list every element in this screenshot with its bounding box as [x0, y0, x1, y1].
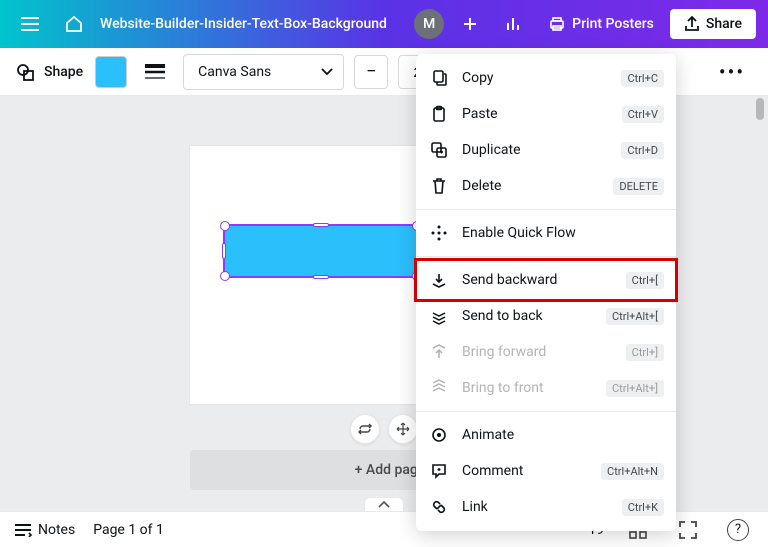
shape-icon — [16, 62, 36, 82]
paste-icon — [428, 103, 450, 125]
fill-color-swatch[interactable] — [95, 56, 127, 88]
ctx-label: Link — [462, 499, 610, 515]
shortcut-badge: Ctrl+K — [622, 499, 664, 516]
ctx-tofront: Bring to front Ctrl+Alt+] — [416, 370, 676, 406]
ctx-label: Copy — [462, 70, 609, 86]
ctx-forward: Bring forward Ctrl+] — [416, 334, 676, 370]
shortcut-badge: Ctrl+C — [621, 70, 664, 87]
vertical-scrollbar[interactable] — [754, 96, 766, 511]
ctx-paste[interactable]: Paste Ctrl+V — [416, 96, 676, 132]
menu-icon[interactable] — [12, 6, 48, 42]
share-button[interactable]: Share — [670, 9, 756, 39]
duplicate-icon — [428, 139, 450, 161]
ctx-label: Bring to front — [462, 380, 594, 396]
avatar[interactable]: M — [414, 9, 444, 39]
ctx-label: Duplicate — [462, 142, 609, 158]
home-icon[interactable] — [56, 6, 92, 42]
ctx-label: Send backward — [462, 272, 614, 288]
context-menu: Copy Ctrl+C Paste Ctrl+V Duplicate Ctrl+D Dele… — [416, 54, 676, 531]
resize-handle[interactable] — [313, 275, 329, 279]
tofront-icon — [428, 377, 450, 399]
selected-shape[interactable] — [225, 226, 417, 276]
notes-label: Notes — [38, 522, 75, 538]
ctx-trash[interactable]: Delete DELETE — [416, 168, 676, 204]
ctx-quickflow[interactable]: Enable Quick Flow — [416, 215, 676, 251]
add-member-icon[interactable] — [452, 6, 488, 42]
ctx-label: Comment — [462, 463, 589, 479]
notes-button[interactable]: Notes — [14, 522, 75, 538]
shortcut-badge: Ctrl+[ — [626, 272, 664, 289]
shortcut-badge: Ctrl+Alt+N — [601, 463, 664, 480]
shape-label: Shape — [44, 64, 83, 80]
print-button[interactable]: Print Posters — [540, 9, 662, 39]
move-button[interactable] — [388, 414, 418, 444]
font-family-select[interactable]: Canva Sans — [183, 54, 344, 90]
backward-icon — [428, 269, 450, 291]
page-indicator[interactable]: Page 1 of 1 — [93, 522, 164, 538]
shortcut-badge: Ctrl+Alt+[ — [606, 308, 664, 325]
share-label: Share — [706, 16, 742, 32]
copy-icon — [428, 67, 450, 89]
resize-handle[interactable] — [222, 243, 226, 259]
link-icon — [428, 496, 450, 518]
toback-icon — [428, 305, 450, 327]
app-header: Website-Builder-Insider-Text-Box-Backgro… — [0, 0, 768, 48]
notes-icon — [14, 523, 32, 537]
ctx-link[interactable]: Link Ctrl+K — [416, 489, 676, 525]
more-options-button[interactable]: ••• — [714, 54, 750, 90]
chevron-down-icon — [321, 68, 333, 76]
share-icon — [684, 16, 700, 32]
sync-button[interactable] — [350, 414, 380, 444]
expand-pages-button[interactable] — [364, 497, 404, 511]
ctx-animate[interactable]: Animate — [416, 417, 676, 453]
shortcut-badge: Ctrl+D — [621, 142, 664, 159]
fullscreen-icon[interactable] — [672, 514, 704, 546]
shortcut-badge: Ctrl+] — [626, 344, 664, 361]
resize-handle[interactable] — [220, 221, 230, 231]
ctx-label: Animate — [462, 427, 664, 443]
document-title[interactable]: Website-Builder-Insider-Text-Box-Backgro… — [100, 16, 387, 32]
insights-icon[interactable] — [496, 6, 532, 42]
ctx-backward[interactable]: Send backward Ctrl+[ — [416, 262, 676, 298]
resize-handle[interactable] — [220, 271, 230, 281]
font-name: Canva Sans — [198, 64, 271, 80]
ctx-comment[interactable]: Comment Ctrl+Alt+N — [416, 453, 676, 489]
ctx-label: Send to back — [462, 308, 594, 324]
ctx-label: Bring forward — [462, 344, 614, 360]
quickflow-icon — [428, 222, 450, 244]
ctx-label: Paste — [462, 106, 610, 122]
comment-icon — [428, 460, 450, 482]
ctx-toback[interactable]: Send to back Ctrl+Alt+[ — [416, 298, 676, 334]
trash-icon — [428, 175, 450, 197]
printer-icon — [548, 15, 566, 33]
border-style-button[interactable] — [137, 54, 173, 90]
forward-icon — [428, 341, 450, 363]
ctx-label: Delete — [462, 178, 601, 194]
shortcut-badge: Ctrl+Alt+] — [606, 380, 664, 397]
ctx-label: Enable Quick Flow — [462, 225, 664, 241]
shortcut-badge: Ctrl+V — [622, 106, 664, 123]
shortcut-badge: DELETE — [613, 178, 664, 195]
animate-icon — [428, 424, 450, 446]
shape-button[interactable]: Shape — [14, 58, 85, 86]
help-button[interactable]: ? — [722, 514, 754, 546]
print-label: Print Posters — [572, 16, 654, 32]
resize-handle[interactable] — [313, 223, 329, 227]
ctx-copy[interactable]: Copy Ctrl+C — [416, 60, 676, 96]
font-size-decrease[interactable]: − — [354, 55, 388, 89]
ctx-duplicate[interactable]: Duplicate Ctrl+D — [416, 132, 676, 168]
